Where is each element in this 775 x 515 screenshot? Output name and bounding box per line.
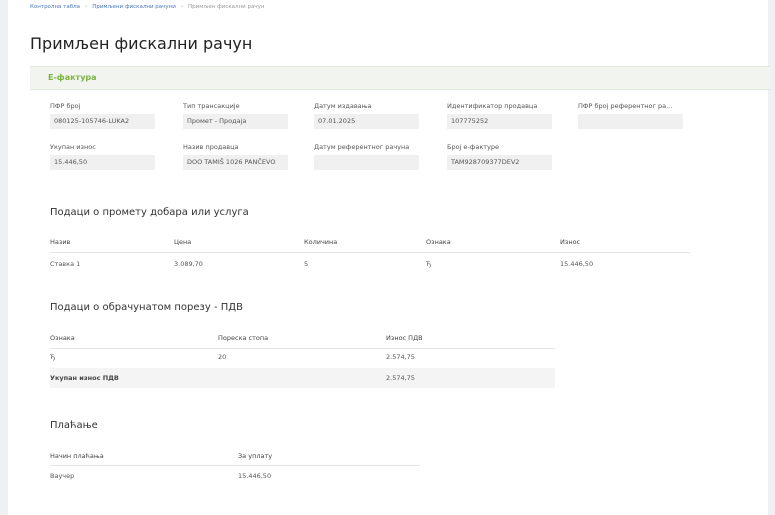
section-header-einvoice: Е-фактура <box>30 66 770 90</box>
breadcrumb-received-receipts[interactable]: Примљени фискални рачуни <box>92 4 176 10</box>
tax-header-label: Ознака <box>50 334 75 342</box>
breadcrumb-separator: › <box>180 4 184 10</box>
payment-header-method: Начин плаћања <box>50 452 104 460</box>
tax-total-row <box>50 368 555 388</box>
field-pfr-number: ПФР број 080125-105746-LUKA2 <box>50 102 155 129</box>
field-value <box>314 155 419 170</box>
goods-header-price: Цена <box>174 238 192 246</box>
field-value <box>578 114 683 129</box>
field-value: Промет - Продаја <box>183 114 288 129</box>
field-label: ПФР број <box>50 102 81 110</box>
goods-cell-quantity: 5 <box>304 260 309 268</box>
tax-cell-label: Ђ <box>50 353 56 361</box>
tax-cell-rate: 20 <box>218 353 227 361</box>
table-divider <box>50 465 420 466</box>
goods-section-title: Подаци о промету добара или услуга <box>50 207 249 218</box>
goods-header-label: Ознака <box>426 238 451 246</box>
breadcrumb-separator: › <box>85 4 88 10</box>
table-divider <box>50 348 555 349</box>
tax-total-value: 2.574,75 <box>386 374 415 382</box>
goods-header-name: Назив <box>50 238 71 246</box>
table-divider <box>50 252 690 253</box>
field-label: ПФР број референтног ра... <box>578 102 673 110</box>
breadcrumb-dashboard[interactable]: Контролна табла <box>30 4 80 10</box>
goods-cell-price: 3.089,70 <box>174 260 203 268</box>
tax-cell-vat-amount: 2.574,75 <box>386 353 415 361</box>
payment-cell-amount: 15.446,50 <box>238 472 272 480</box>
field-value: 107775252 <box>447 114 552 129</box>
field-total-amount: Укупан износ 15.446,50 <box>50 143 155 170</box>
field-label: Назив продавца <box>183 143 239 151</box>
field-issue-date: Датум издавања 07.01.2025 <box>314 102 419 129</box>
breadcrumb-current: Примљен фискални рачун <box>188 4 265 10</box>
field-seller-name: Назив продавца DOO TAMIŠ 1026 PANČEVO <box>183 143 288 170</box>
field-seller-id: Идентификатор продавца 107775252 <box>447 102 552 129</box>
field-value: 080125-105746-LUKA2 <box>50 114 155 129</box>
tax-header-rate: Пореска стопа <box>218 334 269 342</box>
field-value: TAM928709377DEV2 <box>447 155 552 170</box>
field-transaction-type: Тип трансакције Промет - Продаја <box>183 102 288 129</box>
section-title: Е-фактура <box>48 73 97 82</box>
goods-cell-name: Ставка 1 <box>50 260 81 268</box>
field-label: Укупан износ <box>50 143 96 151</box>
goods-cell-label: Ђ <box>426 260 432 268</box>
field-label: Датум референтног рачуна <box>314 143 410 151</box>
tax-header-vat-amount: Износ ПДВ <box>386 334 423 342</box>
goods-header-amount: Износ <box>560 238 581 246</box>
payment-cell-method: Ваучер <box>50 472 75 480</box>
tax-section-title: Подаци о обрачунатом порезу - ПДВ <box>50 302 243 313</box>
field-label: Идентификатор продавца <box>447 102 538 110</box>
page-content: Контролна табла › Примљени фискални рачуни… <box>8 0 770 515</box>
field-value: 15.446,50 <box>50 155 155 170</box>
tax-total-label: Укупан износ ПДВ <box>50 374 119 382</box>
payment-header-amount-due: За уплату <box>238 452 273 460</box>
field-einvoice-number: Број е-фактуре TAM928709377DEV2 <box>447 143 552 170</box>
breadcrumb: Контролна табла › Примљени фискални рачуни… <box>30 4 264 10</box>
field-value: DOO TAMIŠ 1026 PANČEVO <box>183 155 288 170</box>
payment-section-title: Плаћање <box>50 420 98 431</box>
goods-cell-amount: 15.446,50 <box>560 260 594 268</box>
field-value: 07.01.2025 <box>314 114 419 129</box>
field-label: Тип трансакције <box>183 102 240 110</box>
field-label: Број е-фактуре <box>447 143 500 151</box>
goods-header-quantity: Количина <box>304 238 338 246</box>
field-label: Датум издавања <box>314 102 372 110</box>
field-reference-pfr: ПФР број референтног ра... <box>578 102 683 129</box>
page-title: Примљен фискални рачун <box>30 34 253 53</box>
field-reference-date: Датум референтног рачуна <box>314 143 419 170</box>
